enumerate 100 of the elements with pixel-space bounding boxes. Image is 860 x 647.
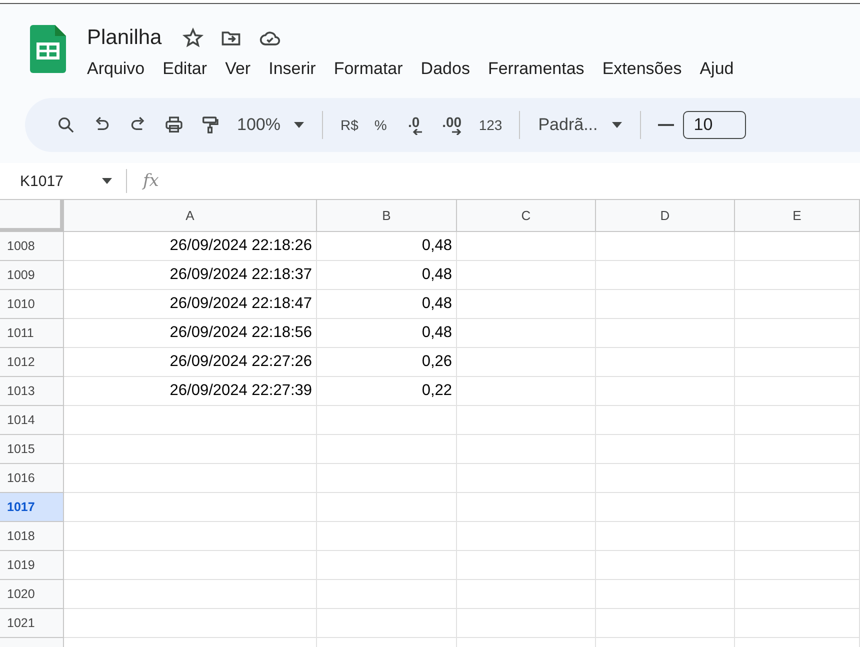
table-cell[interactable] [596,493,735,522]
menu-item[interactable]: Ajud [690,57,743,81]
table-cell[interactable] [735,493,860,522]
select-all-corner[interactable] [0,200,64,232]
table-cell[interactable] [64,493,317,522]
table-cell[interactable] [457,551,596,580]
row-header[interactable]: 1014 [0,406,64,435]
table-cell[interactable] [64,464,317,493]
format-button[interactable]: R$ [333,113,366,137]
table-cell[interactable] [317,522,457,551]
table-cell[interactable] [64,406,317,435]
table-cell[interactable] [64,522,317,551]
menu-item[interactable]: Ferramentas [478,57,594,81]
table-cell[interactable] [64,551,317,580]
row-header[interactable]: 1016 [0,464,64,493]
table-cell[interactable] [735,580,860,609]
table-cell[interactable] [735,406,860,435]
table-cell[interactable]: 0,48 [317,319,457,348]
table-cell[interactable] [457,261,596,290]
column-header[interactable]: E [735,200,860,232]
table-cell[interactable] [317,609,457,638]
table-cell[interactable] [596,319,735,348]
table-cell[interactable] [457,232,596,261]
row-header[interactable]: 1021 [0,609,64,638]
table-cell[interactable] [64,435,317,464]
spreadsheet-logo-icon[interactable] [30,25,66,73]
paint-roller-icon[interactable] [200,115,220,135]
table-cell[interactable]: 26/09/2024 22:18:47 [64,290,317,319]
table-cell[interactable] [317,464,457,493]
star-icon[interactable] [182,27,204,49]
name-box[interactable]: K1017 [20,172,102,190]
table-cell[interactable] [457,348,596,377]
menu-item[interactable]: Formatar [324,57,412,81]
row-header[interactable]: 1020 [0,580,64,609]
table-cell[interactable]: 26/09/2024 22:27:26 [64,348,317,377]
table-cell[interactable] [735,464,860,493]
row-header[interactable]: 1012 [0,348,64,377]
table-cell[interactable]: 0,26 [317,348,457,377]
table-cell[interactable] [735,377,860,406]
menu-item[interactable]: Arquivo [78,57,154,81]
table-cell[interactable] [596,232,735,261]
table-cell[interactable] [317,551,457,580]
table-cell[interactable] [457,435,596,464]
table-cell[interactable] [735,551,860,580]
row-header[interactable]: 1011 [0,319,64,348]
row-header[interactable]: 1017 [0,493,64,522]
table-cell[interactable] [457,609,596,638]
print-icon[interactable] [164,115,184,135]
row-header[interactable]: 1008 [0,232,64,261]
table-cell[interactable] [735,290,860,319]
table-cell[interactable] [64,609,317,638]
column-header[interactable]: B [317,200,457,232]
table-cell[interactable] [457,464,596,493]
column-header[interactable]: D [596,200,735,232]
menu-item[interactable]: Dados [412,57,479,81]
table-cell[interactable] [317,580,457,609]
row-header[interactable]: 1013 [0,377,64,406]
menu-item[interactable]: Editar [154,57,216,81]
row-header[interactable]: 1018 [0,522,64,551]
table-cell[interactable] [596,522,735,551]
table-cell[interactable] [596,348,735,377]
format-button[interactable]: 123 [472,113,510,137]
table-cell[interactable] [457,290,596,319]
table-cell[interactable] [317,406,457,435]
table-cell[interactable]: 26/09/2024 22:18:56 [64,319,317,348]
search-icon[interactable] [56,115,76,135]
row-header[interactable]: 1015 [0,435,64,464]
table-cell[interactable]: 26/09/2024 22:18:37 [64,261,317,290]
table-cell[interactable] [596,290,735,319]
table-cell[interactable]: 0,48 [317,232,457,261]
table-cell[interactable] [735,522,860,551]
table-cell[interactable]: 26/09/2024 22:18:26 [64,232,317,261]
table-cell[interactable] [735,319,860,348]
table-cell[interactable] [317,435,457,464]
document-title[interactable]: Planilha [87,26,162,50]
table-cell[interactable] [596,580,735,609]
table-cell[interactable] [596,377,735,406]
table-cell[interactable] [457,493,596,522]
table-cell[interactable] [596,464,735,493]
decrease-decimal-button[interactable]: .0 [396,114,432,136]
table-cell[interactable] [735,348,860,377]
table-cell[interactable] [457,377,596,406]
table-cell[interactable] [64,580,317,609]
table-cell[interactable]: 0,48 [317,290,457,319]
table-cell[interactable]: 0,48 [317,261,457,290]
table-cell[interactable] [735,232,860,261]
table-cell[interactable]: 26/09/2024 22:27:39 [64,377,317,406]
table-cell[interactable] [596,435,735,464]
font-size-field[interactable]: 10 [682,111,746,139]
table-cell[interactable] [457,406,596,435]
dropdown-arrow-icon[interactable] [102,178,112,184]
row-header[interactable]: 1009 [0,261,64,290]
table-cell[interactable] [735,261,860,290]
table-cell[interactable] [735,435,860,464]
menu-item[interactable]: Inserir [260,57,325,81]
menu-item[interactable]: Ver [216,57,260,81]
format-button[interactable]: % [367,113,394,137]
table-cell[interactable] [596,609,735,638]
table-cell[interactable] [735,609,860,638]
menu-item[interactable]: Extensões [593,57,691,81]
